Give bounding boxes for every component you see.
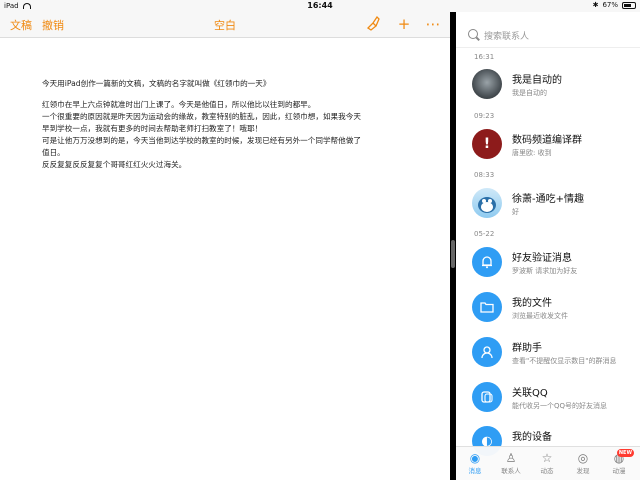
undo-button[interactable]: 撤销 <box>42 17 64 33</box>
tab-moments[interactable]: ☆ 动态 <box>532 451 562 475</box>
chat-name: 数码频道编译群 <box>512 135 582 146</box>
chat-name: 群助手 <box>512 343 542 354</box>
more-icon[interactable]: ⋯ <box>424 15 442 33</box>
chat-item[interactable]: 好友验证消息 罗波斯 请求加为好友 <box>456 243 640 285</box>
editor-toolbar: 文稿 撤销 空白 + ⋯ <box>0 12 450 38</box>
chat-preview: 浏览最近收发文件 <box>512 312 568 320</box>
battery-icon <box>622 1 636 9</box>
chat-item[interactable]: 关联QQ 能代收另一个QQ号的好友消息 <box>456 378 640 420</box>
doc-paragraph: 可是让他万万没想到的是，今天当他到达学校的教室的时候，发现已经有另外一个同学帮他… <box>42 136 361 157</box>
section-time: 05-22 <box>474 230 495 238</box>
tab-discover[interactable]: ◎ 发现 <box>568 451 598 475</box>
status-right: ✱ 67% <box>593 1 636 9</box>
tab-messages[interactable]: ◉ 消息 <box>460 451 490 475</box>
search-bar[interactable]: 搜索联系人 <box>456 24 640 46</box>
chat-name: 徐萧-通吃+情趣 <box>512 194 584 205</box>
tab-anime[interactable]: ◍ 动漫 NEW <box>604 449 634 475</box>
doc-paragraph: 今天用iPad创作一篇新的文稿，文稿的名字就叫做《红领巾的一天》 <box>42 79 271 88</box>
contacts-icon: ♙ <box>505 451 517 465</box>
star-icon: ☆ <box>541 451 553 465</box>
tab-label: 动态 <box>540 467 554 475</box>
bottom-tab-bar: ◉ 消息 ♙ 联系人 ☆ 动态 ◎ 发现 ◍ 动漫 NEW <box>456 446 640 480</box>
section-time: 16:31 <box>474 53 495 61</box>
message-icon: ◉ <box>469 451 481 465</box>
tab-label: 发现 <box>576 467 590 475</box>
chat-preview: 我是自动的 <box>512 89 547 97</box>
chat-item[interactable]: 徐萧-通吃+情趣 好 <box>456 184 640 226</box>
chat-name: 我的设备 <box>512 432 552 443</box>
chat-preview: 好 <box>512 208 519 216</box>
search-placeholder: 搜索联系人 <box>484 32 530 42</box>
add-icon[interactable]: + <box>395 15 413 33</box>
chat-item[interactable]: 群助手 查看"不提醒仅显示数目"的群消息 <box>456 333 640 375</box>
tab-label: 联系人 <box>501 467 521 475</box>
pages-app: 文稿 撤销 空白 + ⋯ 今天用iPad创作一篇新的文稿，文稿的名字就叫做《红领… <box>0 12 450 480</box>
folder-icon <box>472 292 502 322</box>
documents-button[interactable]: 文稿 <box>10 17 32 33</box>
divider-handle[interactable] <box>451 240 455 268</box>
tab-label: 消息 <box>468 467 482 475</box>
exclamation-icon: ! <box>472 129 502 159</box>
tab-contacts[interactable]: ♙ 联系人 <box>496 451 526 475</box>
battery-percent: 67% <box>602 1 618 9</box>
chat-preview: 查看"不提醒仅显示数目"的群消息 <box>512 357 617 365</box>
clock: 16:44 <box>307 1 333 10</box>
qq-app: 搜索联系人 16:31 我是自动的 我是自动的 09:23 ! 数码频道编译群 … <box>456 12 640 480</box>
format-brush-icon[interactable] <box>364 15 382 33</box>
chat-preview: 能代收另一个QQ号的好友消息 <box>512 402 608 410</box>
new-badge: NEW <box>616 449 634 457</box>
chat-name: 好友验证消息 <box>512 253 572 264</box>
chat-preview: 罗波斯 请求加为好友 <box>512 267 578 275</box>
document-body[interactable]: 今天用iPad创作一篇新的文稿，文稿的名字就叫做《红领巾的一天》 红领巾在早上六… <box>42 78 362 171</box>
discover-icon: ◎ <box>577 451 589 465</box>
chat-preview: 唐里欧: 收到 <box>512 149 552 157</box>
bell-icon <box>472 247 502 277</box>
person-photo-avatar <box>472 69 502 99</box>
doc-paragraph: 反反复复反反复复个哥哥红红火火过海关。 <box>42 160 187 169</box>
status-bar: iPad 16:44 ✱ 67% <box>0 0 640 12</box>
chat-name: 关联QQ <box>512 388 548 399</box>
link-account-icon <box>472 382 502 412</box>
chat-item[interactable]: ! 数码频道编译群 唐里欧: 收到 <box>456 125 640 167</box>
chat-name: 我是自动的 <box>512 75 562 86</box>
chat-item[interactable]: 我是自动的 我是自动的 <box>456 65 640 107</box>
document-title: 空白 <box>214 19 236 32</box>
chat-item[interactable]: 我的文件 浏览最近收发文件 <box>456 288 640 330</box>
group-assistant-icon <box>472 337 502 367</box>
bluetooth-icon: ✱ <box>592 1 599 9</box>
doc-paragraph: 一个很重要的原因就是昨天因为运动会的缘故，教室特别的脏乱，因此，红领巾想，如果我… <box>42 112 361 133</box>
search-icon <box>468 29 478 39</box>
penguin-avatar-icon <box>472 188 502 218</box>
doc-paragraph: 红领巾在早上六点钟就准时出门上课了。今天是他值日，所以他比以往到的都早。 <box>42 100 316 109</box>
section-time: 08:33 <box>474 171 495 179</box>
section-time: 09:23 <box>474 112 495 120</box>
chat-name: 我的文件 <box>512 298 552 309</box>
tab-label: 动漫 <box>612 467 626 475</box>
